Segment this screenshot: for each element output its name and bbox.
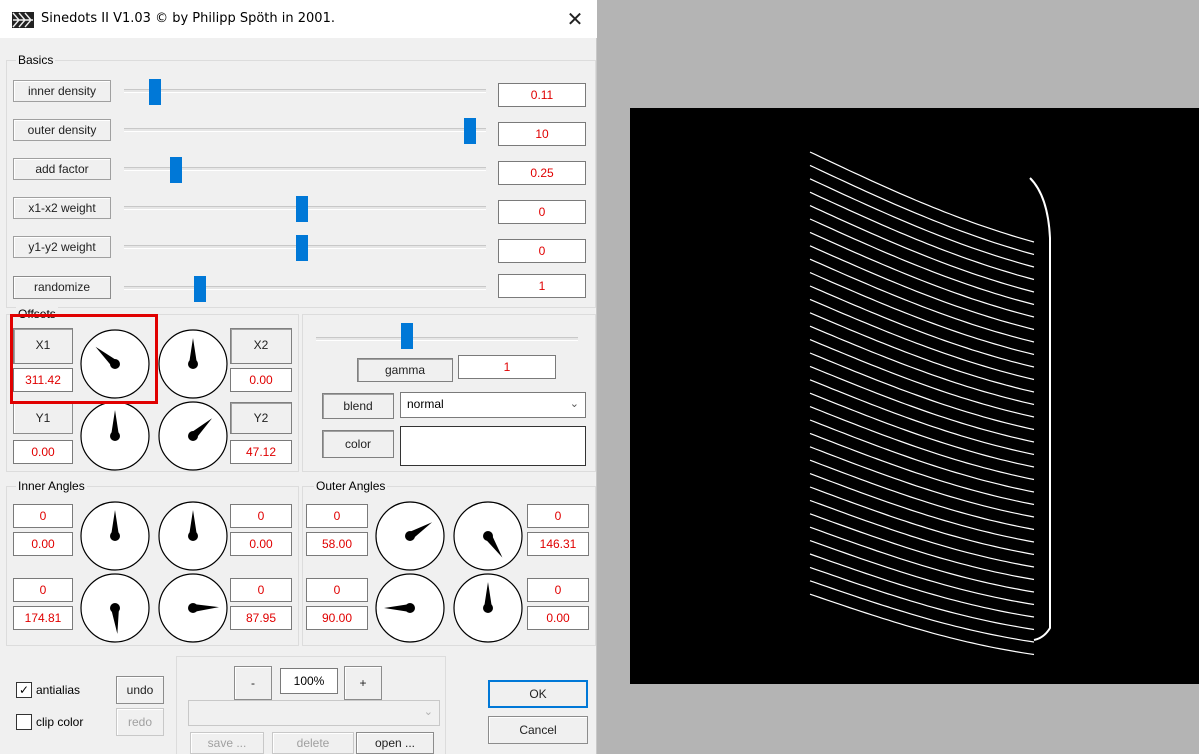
antialias-checkbox-box[interactable]: ✓: [16, 682, 32, 698]
close-icon[interactable]: ✕: [560, 6, 590, 32]
inner-tr-value[interactable]: 0.00: [230, 532, 292, 556]
x1-x2-weight-label: x1-x2 weight: [13, 197, 111, 219]
sinedots-app-icon: [12, 12, 34, 28]
x1-x2-weight-thumb[interactable]: [295, 196, 308, 222]
y1-label[interactable]: Y1: [13, 402, 73, 434]
inner-density-label: inner density: [13, 80, 111, 102]
y1-value[interactable]: 0.00: [13, 440, 73, 464]
inner-tr-dial[interactable]: [157, 500, 229, 572]
save-button[interactable]: save ...: [190, 732, 264, 754]
y1-dial[interactable]: [79, 400, 151, 472]
blend-select-value: normal: [407, 397, 444, 411]
y2-dial[interactable]: [157, 400, 229, 472]
randomize-thumb[interactable]: [194, 276, 206, 302]
sinedots-dialog: Sinedots II V1.03 © by Philipp Spöth in …: [0, 0, 597, 754]
outer-density-track[interactable]: [124, 128, 486, 132]
zoom-in-button[interactable]: +: [344, 666, 382, 700]
clip-color-checkbox-box[interactable]: [16, 714, 32, 730]
ok-button[interactable]: OK: [488, 680, 588, 708]
inner-density-track[interactable]: [124, 89, 486, 93]
outer-br-dial[interactable]: [452, 572, 524, 644]
randomize-button[interactable]: randomize: [13, 276, 111, 299]
add-factor-thumb[interactable]: [169, 157, 182, 183]
outer-angles-group-label: Outer Angles: [314, 479, 388, 493]
open-button[interactable]: open ...: [356, 732, 434, 754]
inner-bl-value[interactable]: 174.81: [13, 606, 73, 630]
y1-y2-weight-value[interactable]: 0: [498, 239, 586, 263]
add-factor-value[interactable]: 0.25: [498, 161, 586, 185]
randomize-track[interactable]: [124, 286, 486, 290]
inner-tl-value[interactable]: 0.00: [13, 532, 73, 556]
outer-bl-count[interactable]: 0: [306, 578, 368, 602]
zoom-out-button[interactable]: -: [234, 666, 272, 700]
gamma-label[interactable]: gamma: [357, 358, 453, 382]
y1-y2-weight-label: y1-y2 weight: [13, 236, 111, 258]
redo-button[interactable]: redo: [116, 708, 164, 736]
delete-button[interactable]: delete: [272, 732, 354, 754]
outer-tr-count[interactable]: 0: [527, 504, 589, 528]
randomize-value[interactable]: 1: [498, 274, 586, 298]
outer-tl-count[interactable]: 0: [306, 504, 368, 528]
inner-tr-count[interactable]: 0: [230, 504, 292, 528]
clip-color-checkbox[interactable]: clip color: [16, 714, 83, 730]
outer-br-count[interactable]: 0: [527, 578, 589, 602]
inner-bl-count[interactable]: 0: [13, 578, 73, 602]
preset-select[interactable]: ⌄: [188, 700, 440, 726]
x2-label[interactable]: X2: [230, 328, 292, 364]
zoom-level: 100%: [280, 668, 338, 694]
outer-tr-dial[interactable]: [452, 500, 524, 572]
blend-label[interactable]: blend: [322, 393, 394, 419]
inner-angles-group-label: Inner Angles: [16, 479, 87, 493]
inner-density-thumb[interactable]: [148, 79, 161, 105]
x1-highlight-box: [10, 314, 158, 404]
undo-button[interactable]: undo: [116, 676, 164, 704]
chevron-down-icon: ⌄: [569, 398, 579, 410]
x1-x2-weight-value[interactable]: 0: [498, 200, 586, 224]
inner-br-value[interactable]: 87.95: [230, 606, 292, 630]
outer-bl-value[interactable]: 90.00: [306, 606, 368, 630]
y2-label[interactable]: Y2: [230, 402, 292, 434]
color-label[interactable]: color: [322, 430, 394, 458]
outer-br-value[interactable]: 0.00: [527, 606, 589, 630]
basics-group-label: Basics: [16, 53, 56, 67]
add-factor-label: add factor: [13, 158, 111, 180]
cancel-button[interactable]: Cancel: [488, 716, 588, 744]
title-bar: Sinedots II V1.03 © by Philipp Spöth in …: [0, 0, 597, 38]
y1-y2-weight-thumb[interactable]: [295, 235, 308, 261]
outer-tl-value[interactable]: 58.00: [306, 532, 368, 556]
outer-tr-value[interactable]: 146.31: [527, 532, 589, 556]
chevron-down-icon: ⌄: [423, 706, 433, 718]
inner-tl-dial[interactable]: [79, 500, 151, 572]
x2-value[interactable]: 0.00: [230, 368, 292, 392]
gamma-track[interactable]: [316, 337, 578, 341]
outer-density-label: outer density: [13, 119, 111, 141]
color-swatch[interactable]: [400, 426, 586, 466]
outer-density-value[interactable]: 10: [498, 122, 586, 146]
window-title: Sinedots II V1.03 © by Philipp Spöth in …: [41, 11, 335, 26]
inner-br-count[interactable]: 0: [230, 578, 292, 602]
antialias-label: antialias: [36, 683, 81, 697]
y2-value[interactable]: 47.12: [230, 440, 292, 464]
clip-color-label: clip color: [36, 715, 84, 729]
sinedots-preview-graphic: [809, 151, 1051, 656]
inner-br-dial[interactable]: [157, 572, 229, 644]
outer-bl-dial[interactable]: [374, 572, 446, 644]
outer-tl-dial[interactable]: [374, 500, 446, 572]
gamma-value[interactable]: 1: [458, 355, 556, 379]
inner-bl-dial[interactable]: [79, 572, 151, 644]
antialias-checkbox[interactable]: ✓ antialias: [16, 682, 80, 698]
inner-tl-count[interactable]: 0: [13, 504, 73, 528]
blend-select[interactable]: normal ⌄: [400, 392, 586, 418]
inner-density-value[interactable]: 0.11: [498, 83, 586, 107]
x2-dial[interactable]: [157, 328, 229, 400]
gamma-thumb[interactable]: [401, 323, 413, 349]
outer-density-thumb[interactable]: [463, 118, 476, 144]
preview-canvas[interactable]: [630, 108, 1199, 684]
